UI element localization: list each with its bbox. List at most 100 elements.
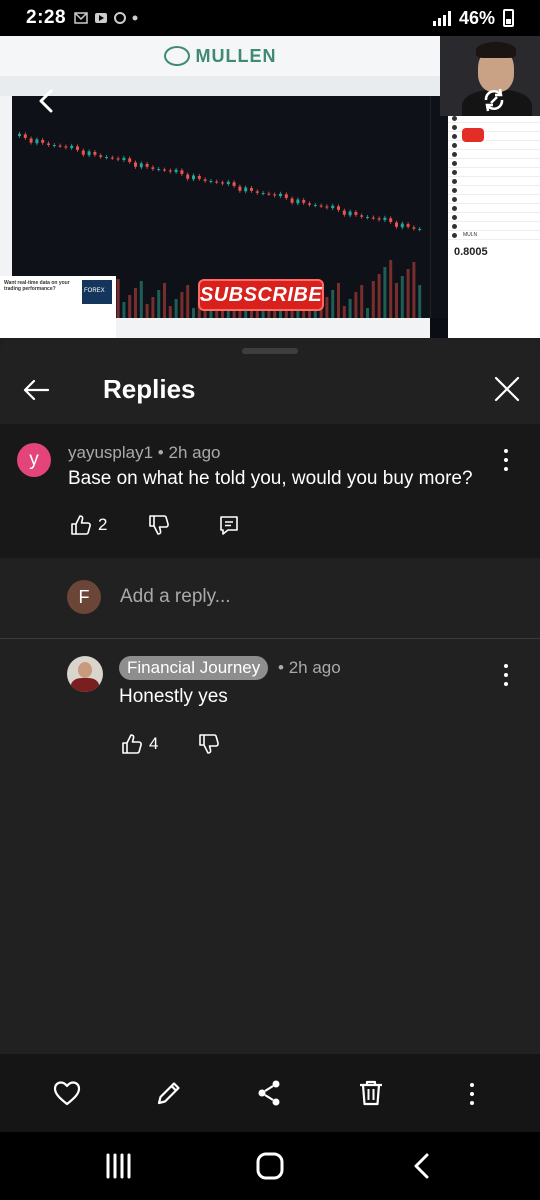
chart-candle [348,211,352,216]
like-button[interactable]: 2 [70,514,107,536]
chart-candle [418,228,422,230]
chart-candle [186,174,190,179]
chart-candle [296,199,300,204]
chart-candle [290,198,294,203]
panel-header: Replies [0,362,540,424]
chart-candle [41,139,45,143]
chart-candle [383,217,387,221]
chart-candle [23,134,27,138]
chart-volume-bar [366,308,369,318]
chart-volume-bar [383,267,387,318]
chart-candle [105,157,108,159]
mail-icon [74,12,88,24]
forex-ad: Want real-time data on your trading perf… [0,276,116,338]
thumbs-down-icon[interactable] [198,733,220,755]
chart-candle [18,133,21,136]
watchlist-ticker: MULN [463,232,478,238]
reply-text: Honestly yes [119,686,228,707]
chart-candle [342,210,346,215]
avatar[interactable]: y [17,443,51,477]
chart-volume-bar [134,288,137,318]
chart-candle [331,205,335,209]
pencil-icon[interactable] [154,1078,184,1108]
chart-candle [273,194,277,196]
chart-volume-bar [145,304,149,318]
chart-candle [29,138,33,143]
drag-handle[interactable] [242,348,298,354]
chart-candle [192,175,195,180]
chart-candle [76,146,79,150]
nav-back-icon[interactable] [406,1152,438,1180]
chart-candle [163,169,166,171]
like-button[interactable]: 4 [121,733,158,755]
system-nav-bar [0,1132,540,1200]
battery-icon [503,9,514,27]
chart-volume-bar [174,299,178,318]
notification-icons [74,12,138,24]
google-icon [114,12,127,24]
chart-candle [313,204,317,206]
chart-volume-bar [186,285,190,318]
comment-author[interactable]: yayusplay1 [68,443,153,462]
subscribe-overlay: SUBSCRIBE [198,279,324,311]
comment-meta: yayusplay1 • 2h ago [68,443,221,462]
home-icon[interactable] [254,1152,286,1180]
recent-apps-icon[interactable] [104,1152,136,1180]
chart-candle [400,223,404,228]
chart-candle [122,157,126,161]
chart-candle [232,182,236,186]
chart-candle [47,143,50,145]
forex-ad-title: Want real-time data on your trading perf… [4,280,70,292]
chart-candle [215,181,219,183]
rotate-icon[interactable] [480,86,508,114]
more-vertical-icon[interactable] [502,449,510,471]
chart-volume-bar [180,292,184,318]
chart-candle [302,200,306,203]
panel-title: Replies [103,374,196,404]
more-vertical-icon[interactable] [468,1083,476,1105]
chart-candle [325,206,329,208]
video-back-icon[interactable] [34,88,60,114]
chart-candle [319,205,323,207]
bottom-action-bar [0,1054,540,1132]
chart-volume-bar [342,306,346,318]
chart-volume-bar [157,290,161,318]
chart-candle [174,169,178,173]
chart-volume-bar [331,290,335,318]
chart-candle [70,145,74,149]
reply-author-chip[interactable]: Financial Journey [119,656,269,680]
chart-candle [371,217,375,219]
chart-candle [145,163,149,167]
status-right: 46% [432,8,514,29]
chart-volume-bar [139,281,143,318]
chart-volume-bar [151,297,155,318]
chart-candle [151,167,155,169]
chart-volume-bar [412,262,416,318]
heart-icon[interactable] [52,1078,82,1108]
video-player[interactable]: MULLEN MULN 0.8005 Want real-time data o… [0,36,540,338]
chart-volume-bar [395,283,398,318]
back-arrow-icon[interactable] [20,374,52,406]
chart-candle [255,191,259,193]
chart-volume-bar [163,283,166,318]
reply-input[interactable] [120,580,480,614]
chart-candle [99,155,103,157]
chart-volume-bar [360,285,364,318]
mullen-logo: MULLEN [163,46,277,67]
trash-icon[interactable] [356,1078,386,1108]
more-vertical-icon[interactable] [502,664,510,686]
avatar[interactable]: F [67,580,101,614]
thumbs-up-icon [71,515,91,535]
close-icon[interactable] [492,374,522,404]
reply-icon[interactable] [218,514,240,536]
replies-panel: Replies y yayusplay1 • 2h ago Base on wh… [0,338,540,1054]
like-count: 4 [149,734,159,753]
chart-candle [395,222,398,227]
avatar[interactable] [67,656,103,692]
chart-candle [221,182,224,184]
share-icon[interactable] [254,1078,284,1108]
thumbs-down-icon[interactable] [148,514,170,536]
chart-candle [116,158,120,160]
chart-volume-bar [122,302,126,318]
youtube-badge-icon [462,128,484,142]
